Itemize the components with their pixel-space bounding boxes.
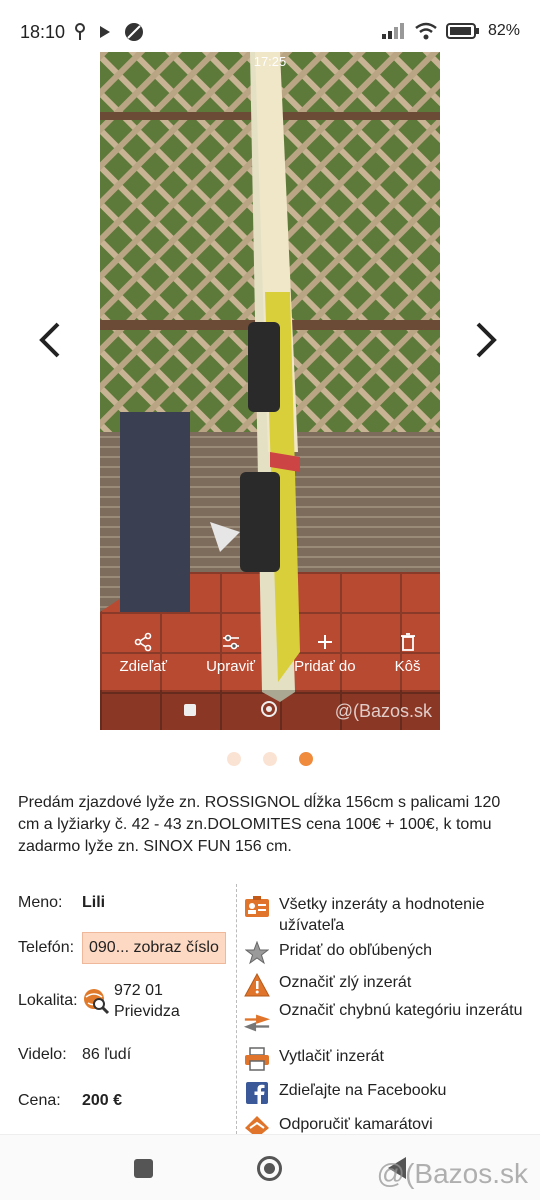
- gallery-next-button[interactable]: [466, 320, 506, 360]
- action-share-facebook[interactable]: Zdieľajte na Facebooku: [243, 1080, 529, 1106]
- skis-photo-image: [100, 52, 440, 730]
- action-label: Odporučiť kamarátovi: [279, 1116, 433, 1133]
- action-label: Všetky inzeráty a hodnotenie užívateľa: [279, 896, 485, 934]
- tune-icon: [222, 634, 239, 650]
- user-card-icon: [245, 896, 269, 917]
- info-row-price: Cena: 200 €: [18, 1092, 122, 1110]
- location-pin-icon: [75, 23, 85, 40]
- system-navigation-bar: @(Bazos.sk: [0, 1134, 540, 1200]
- info-row-location: Lokalita: 972 01 Prievidza: [18, 980, 180, 1022]
- photo-watermark: @(Bazos.sk: [334, 701, 432, 721]
- photo-action-label: Kôš: [394, 658, 421, 675]
- action-report-listing[interactable]: Označiť zlý inzerát: [243, 972, 529, 998]
- info-row-views: Videlo: 86 ľudí: [18, 1046, 131, 1064]
- gallery-dot[interactable]: [227, 752, 241, 766]
- photo-action-label: Zdieľať: [119, 658, 168, 675]
- location-zip: 972 01: [114, 982, 163, 999]
- action-favorite[interactable]: Pridať do obľúbených: [243, 940, 529, 966]
- action-report-category[interactable]: Označiť chybnú kategóriu inzerátu: [243, 1000, 529, 1036]
- price-label: Cena:: [18, 1092, 61, 1109]
- photo-action-bar: Zdieľať Upraviť Pridať do Kôš: [100, 632, 440, 692]
- play-store-icon: [100, 26, 110, 38]
- listing-photo[interactable]: 17:25 Zdieľať Upraviť Pridať do Kôš @(Ba…: [100, 52, 440, 730]
- site-watermark: @(Bazos.sk: [376, 1158, 528, 1189]
- overlay-home-icon: [261, 701, 277, 717]
- gallery-dot-active[interactable]: [299, 752, 313, 766]
- info-row-name: Meno: Lili: [18, 894, 105, 912]
- chevron-left-icon: [39, 322, 60, 358]
- location-value[interactable]: 972 01 Prievidza: [82, 980, 180, 1022]
- plus-icon: [317, 635, 332, 649]
- signal-icon: [381, 23, 404, 39]
- seller-name: Lili: [82, 894, 106, 911]
- photo-action-label: Upraviť: [206, 658, 256, 675]
- globe-search-icon: [84, 989, 110, 1015]
- photo-overlay-time: 17:25: [253, 54, 287, 69]
- battery-percent: 82%: [487, 22, 520, 39]
- photo-action-trash[interactable]: Kôš: [394, 632, 421, 692]
- gallery-dot[interactable]: [263, 752, 277, 766]
- facebook-icon: [246, 1082, 268, 1104]
- photo-action-edit[interactable]: Upraviť: [206, 632, 255, 692]
- battery-icon: [445, 23, 479, 39]
- blocked-icon: [125, 23, 143, 41]
- chevron-right-icon: [476, 322, 497, 358]
- swap-arrows-icon: [243, 1014, 271, 1032]
- info-divider: [236, 884, 237, 1134]
- status-notification-icons: [74, 22, 144, 42]
- location-city: Prievidza: [114, 1003, 180, 1020]
- gallery-prev-button[interactable]: [32, 320, 72, 360]
- location-label: Lokalita:: [18, 992, 78, 1009]
- photo-action-add[interactable]: Pridať do: [294, 632, 356, 692]
- photo-action-label: Pridať do: [294, 658, 356, 675]
- name-label: Meno:: [18, 894, 63, 911]
- views-count: 86 ľudí: [82, 1046, 132, 1063]
- trash-icon: [400, 633, 415, 651]
- status-right: 82%: [381, 22, 520, 40]
- recents-button[interactable]: [134, 1159, 153, 1178]
- wifi-icon: [415, 22, 437, 40]
- home-button[interactable]: [257, 1156, 282, 1181]
- status-time: 18:10: [20, 22, 66, 42]
- overlay-recents-icon: [184, 704, 196, 716]
- action-print[interactable]: Vytlačiť inzerát: [243, 1046, 529, 1072]
- share-icon: [134, 632, 152, 652]
- action-label: Vytlačiť inzerát: [279, 1048, 384, 1065]
- show-phone-button[interactable]: 090... zobraz číslo: [82, 932, 226, 964]
- info-row-phone: Telefón: 090... zobraz číslo: [18, 932, 226, 964]
- price-value: 200 €: [82, 1092, 123, 1109]
- listing-description: Predám zjazdové lyže zn. ROSSIGNOL dĺžka…: [18, 794, 501, 855]
- phone-label: Telefón:: [18, 939, 75, 956]
- action-label: Zdieľajte na Facebooku: [279, 1082, 447, 1099]
- action-label: Pridať do obľúbených: [279, 942, 432, 959]
- image-gallery: 17:25 Zdieľať Upraviť Pridať do Kôš @(Ba…: [0, 52, 540, 730]
- photo-overlay-navbar: @(Bazos.sk: [100, 690, 440, 730]
- gallery-pagination: [0, 752, 540, 766]
- photo-action-share[interactable]: Zdieľať: [119, 632, 168, 692]
- printer-icon: [245, 1047, 269, 1071]
- warning-icon: [244, 973, 270, 997]
- star-icon: [245, 941, 269, 965]
- action-label: Označiť zlý inzerát: [279, 974, 412, 991]
- views-label: Videlo:: [18, 1046, 67, 1063]
- action-label: Označiť chybnú kategóriu inzerátu: [279, 1002, 523, 1019]
- action-all-listings[interactable]: Všetky inzeráty a hodnotenie užívateľa: [243, 894, 529, 936]
